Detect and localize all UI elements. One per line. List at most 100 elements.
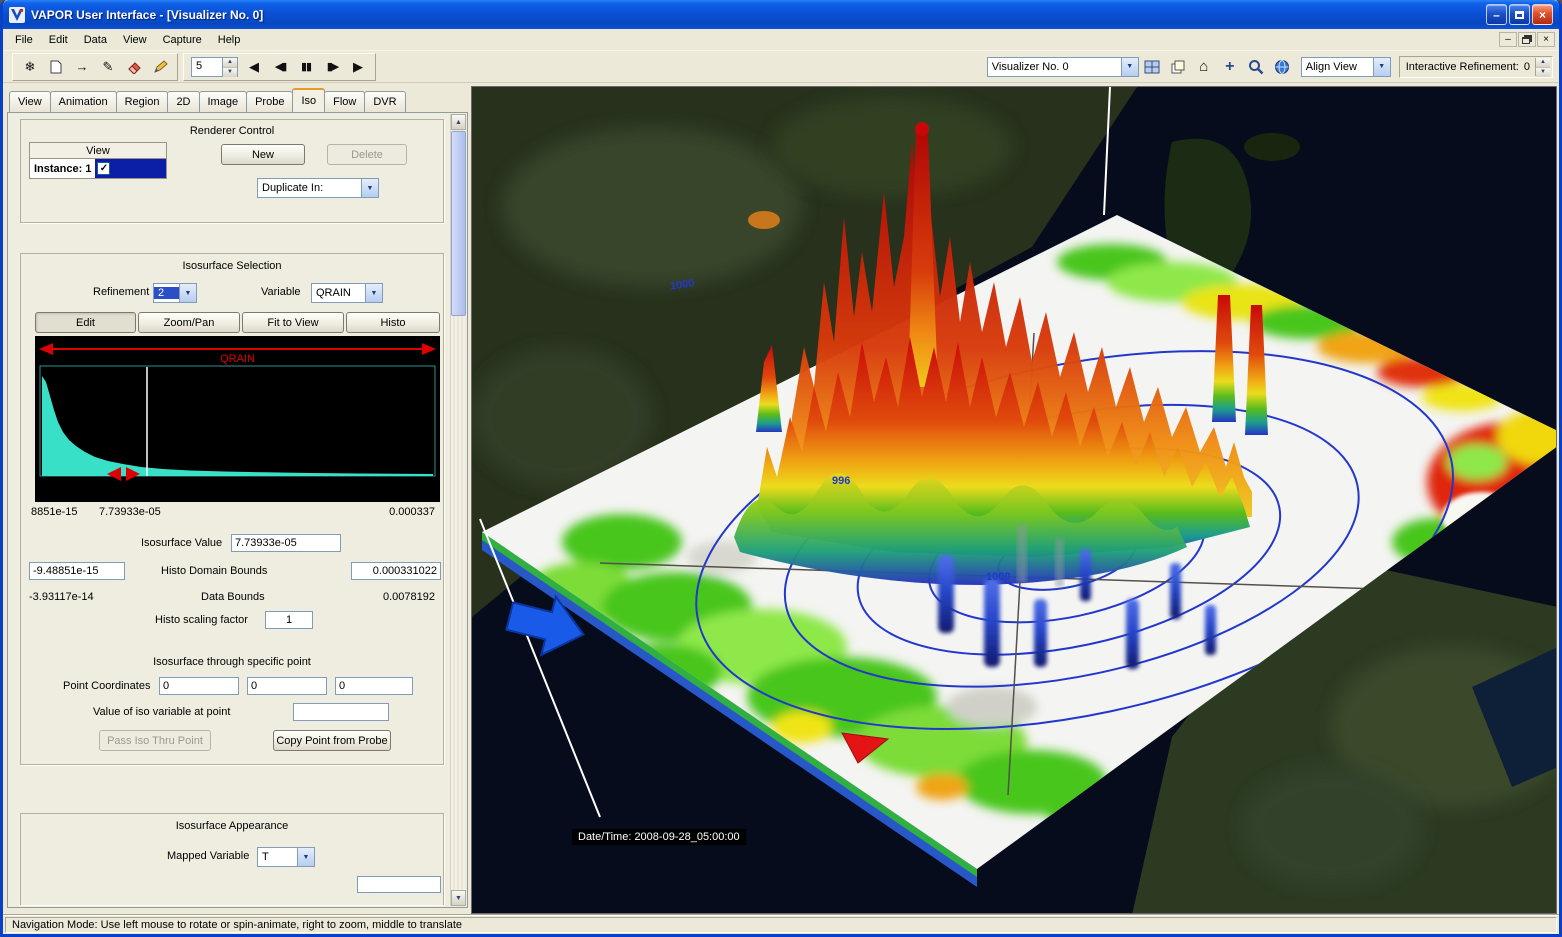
histo-scaling-field[interactable] [265,611,313,629]
close-button[interactable]: × [1532,4,1553,25]
renderer-control-title: Renderer Control [21,125,443,137]
step-back-button[interactable]: ◀▮ [267,55,293,79]
tile-icon [1144,60,1160,74]
instance-label: Instance: 1 [30,163,95,175]
copy-view-button[interactable] [1165,55,1191,79]
mapped-variable-select[interactable]: T ▼ [257,847,315,867]
value-at-point-field[interactable] [293,703,389,721]
region-tool-button[interactable] [43,55,69,79]
tab-2d[interactable]: 2D [167,91,199,112]
instance-row[interactable]: Instance: 1 ✓ [29,159,167,179]
home-view-button[interactable]: ⌂ [1191,55,1217,79]
tab-probe[interactable]: Probe [246,91,293,112]
eraser-tool-button[interactable] [121,55,147,79]
variable-label: Variable [261,286,301,298]
histogram-editor[interactable]: QRAIN [35,336,440,502]
pause-button[interactable]: ▮▮ [293,55,319,79]
pen-tool-button[interactable]: ✎ [95,55,121,79]
zoom-view-button[interactable] [1243,55,1269,79]
delete-instance-button[interactable]: Delete [327,144,407,165]
duplicate-in-select[interactable]: Duplicate In: ▼ [257,178,379,198]
instance-checkbox[interactable]: ✓ [97,162,110,175]
isosurface-value-field[interactable] [231,534,341,552]
play-reverse-button[interactable]: ◀ [241,55,267,79]
probe-tool-button[interactable]: ❄ [17,55,43,79]
pass-iso-button[interactable]: Pass Iso Thru Point [99,730,211,751]
tools-group: ❄ → ✎ [12,53,178,81]
mapped-variable-label: Mapped Variable [167,850,249,862]
interactive-refinement-control[interactable]: Interactive Refinement: 0 ▲ ▼ [1399,56,1553,78]
fit-to-view-button[interactable]: Fit to View [242,312,344,333]
window-title: VAPOR User Interface - [Visualizer No. 0… [31,8,1484,22]
frame-step-value: 5 [192,58,222,76]
tab-image[interactable]: Image [199,91,248,112]
maximize-icon [1515,11,1524,19]
variable-value: QRAIN [312,287,365,299]
appearance-partial-field[interactable] [357,876,441,893]
tile-windows-button[interactable] [1139,55,1165,79]
title-bar[interactable]: VAPOR User Interface - [Visualizer No. 0… [3,0,1559,29]
variable-select[interactable]: QRAIN ▼ [311,283,383,303]
histogram-min-label: 8851e-15 [31,506,78,518]
interactive-refinement-arrows[interactable]: ▲ ▼ [1535,58,1550,76]
menu-capture[interactable]: Capture [155,31,210,49]
magnifier-icon [1248,59,1264,75]
renderer-control-group: Renderer Control View Instance: 1 ✓ New … [20,119,444,223]
point-coordinates-label: Point Coordinates [63,680,150,692]
point-y-field[interactable] [247,677,327,695]
menu-data[interactable]: Data [76,31,115,49]
combo-arrow-icon: ▼ [179,284,196,302]
spin-down-icon: ▼ [1536,68,1550,77]
rake-tool-button[interactable]: → [69,55,95,79]
histo-button[interactable]: Histo [346,312,440,333]
histo-domain-min-field[interactable] [29,562,125,580]
menu-file[interactable]: File [7,31,41,49]
edit-mode-button[interactable]: Edit [35,312,136,333]
tab-dvr[interactable]: DVR [364,91,405,112]
instance-selection: ✓ [95,159,166,178]
combo-arrow-icon: ▼ [361,179,378,197]
globe-view-button[interactable] [1269,55,1295,79]
point-z-field[interactable] [335,677,413,695]
scroll-up-button[interactable]: ▲ [451,114,466,130]
tab-region[interactable]: Region [116,91,169,112]
tab-iso[interactable]: Iso [292,88,325,112]
tab-animation[interactable]: Animation [50,91,117,112]
visualizer-canvas[interactable]: 1000 996 1000 Date/Time: 2008-09-28_05:0… [471,86,1557,914]
mdi-restore-button[interactable] [1518,32,1536,47]
align-view-select[interactable]: Align View ▼ [1301,57,1391,77]
pencil-tool-button[interactable] [147,55,173,79]
zoom-pan-button[interactable]: Zoom/Pan [138,312,240,333]
scroll-up-icon: ▲ [455,119,462,126]
pen-icon: ✎ [103,59,114,75]
frame-step-arrows[interactable]: ▲ ▼ [222,58,237,76]
new-instance-button[interactable]: New [221,144,305,165]
instance-table-header: View [29,142,167,159]
copy-point-button[interactable]: Copy Point from Probe [273,730,391,751]
maximize-button[interactable] [1509,4,1530,25]
step-forward-icon: ▮▶ [327,60,338,73]
panel-scrollbar[interactable]: ▲ ▼ [450,114,466,906]
step-forward-button[interactable]: ▮▶ [319,55,345,79]
histo-domain-max-field[interactable] [351,562,441,580]
datetime-overlay: Date/Time: 2008-09-28_05:00:00 [572,829,746,845]
scroll-down-icon: ▼ [455,895,462,902]
mdi-minimize-button[interactable]: – [1499,32,1517,47]
scrollbar-thumb[interactable] [451,131,466,316]
frame-step-spinbox[interactable]: 5 ▲ ▼ [191,57,238,77]
mdi-close-button[interactable]: × [1537,32,1555,47]
play-button[interactable]: ▶ [345,55,371,79]
point-x-field[interactable] [159,677,239,695]
move-view-button[interactable]: + [1217,55,1243,79]
menu-help[interactable]: Help [210,31,249,49]
visualizer-select[interactable]: Visualizer No. 0 ▼ [987,57,1139,77]
scroll-down-button[interactable]: ▼ [451,890,466,906]
menu-view[interactable]: View [115,31,155,49]
tab-flow[interactable]: Flow [324,91,365,112]
refinement-select[interactable]: 2 ▼ [153,283,197,303]
step-back-icon: ◀▮ [275,60,286,73]
minimize-button[interactable]: – [1486,4,1507,25]
tab-view[interactable]: View [9,91,51,112]
menu-edit[interactable]: Edit [41,31,76,49]
isosurface-value-label: Isosurface Value [141,537,222,549]
